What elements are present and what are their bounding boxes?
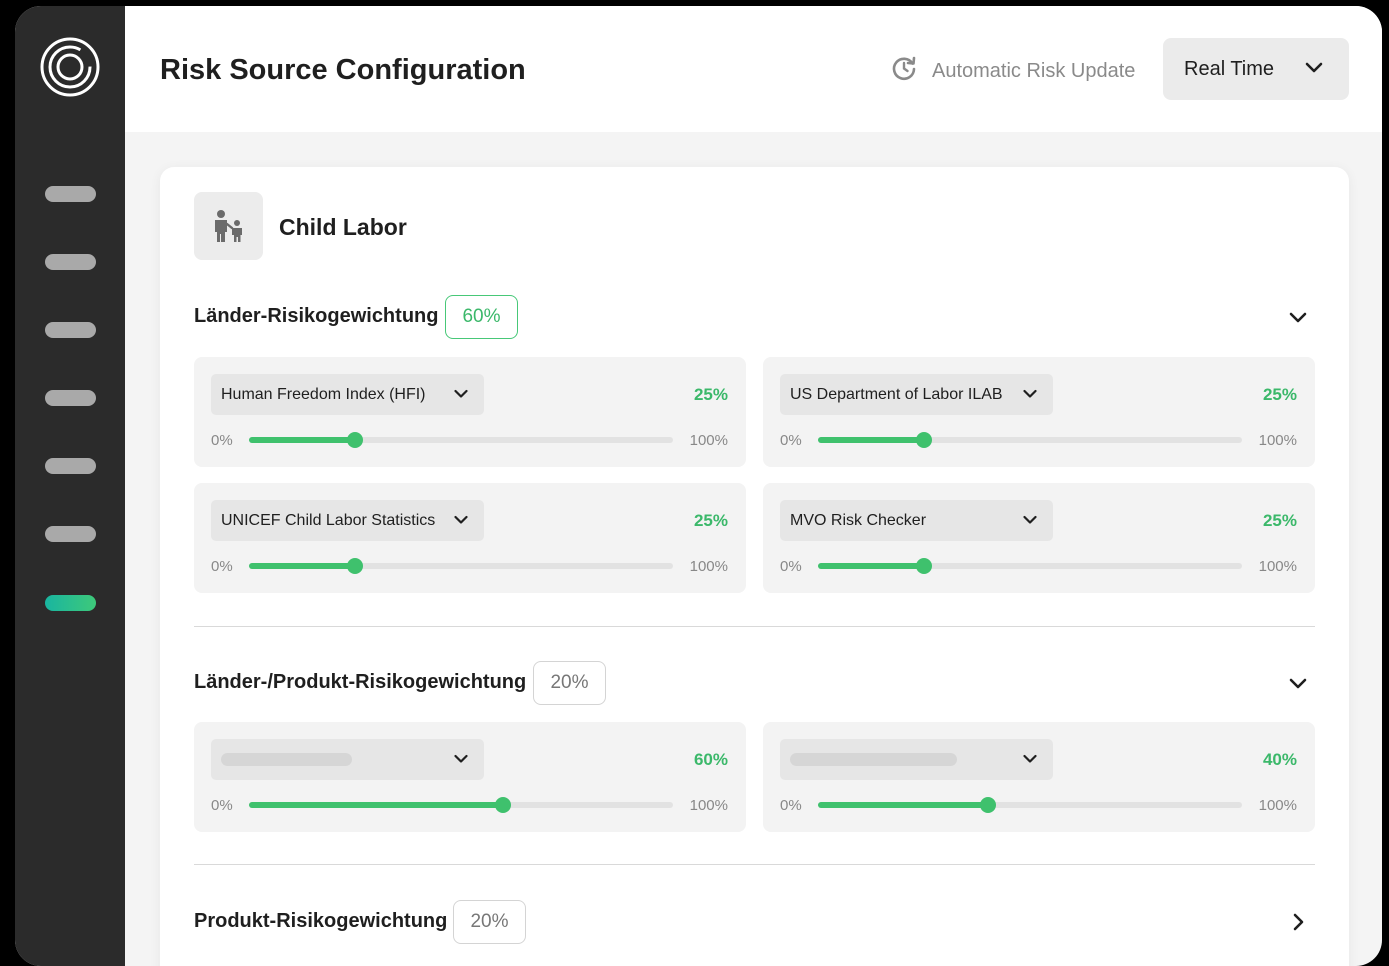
risk-source-unnamed-1: 60% 0% 100% [194, 722, 746, 832]
weight-slider[interactable] [818, 432, 1242, 448]
slider-max-label: 100% [689, 432, 728, 449]
source-name-placeholder [790, 753, 957, 766]
update-mode-value: Real Time [1184, 57, 1275, 80]
automatic-risk-update: Automatic Risk Update [890, 54, 1135, 88]
slider-fill [818, 802, 988, 808]
source-name-placeholder [221, 753, 352, 766]
section-label: Produkt-Risikogewichtung [194, 910, 448, 932]
slider-min-label: 0% [780, 797, 802, 814]
slider-min-label: 0% [780, 558, 802, 575]
risk-source-unnamed-2: 40% 0% 100% [763, 722, 1315, 832]
source-weight-value: 25% [693, 511, 728, 530]
chevron-right-icon[interactable] [1289, 913, 1307, 931]
section-weight-badge: 60% [445, 295, 518, 339]
section-divider [194, 626, 1315, 627]
chevron-down-icon [454, 515, 468, 524]
risk-source-mvo: MVO Risk Checker 25% 0% 100% [763, 483, 1315, 593]
source-weight-value: 25% [693, 385, 728, 404]
slider-max-label: 100% [689, 797, 728, 814]
slider-max-label: 100% [1258, 797, 1297, 814]
category-title: Child Labor [279, 214, 407, 240]
section-label: Länder-/Produkt-Risikogewichtung [194, 671, 527, 693]
source-name: MVO Risk Checker [790, 511, 927, 529]
weight-slider[interactable] [249, 432, 673, 448]
section-label: Länder-Risikogewichtung [194, 305, 439, 327]
source-weight-value: 25% [1262, 511, 1297, 530]
source-name: Human Freedom Index (HFI) [221, 385, 426, 403]
section-weight-badge: 20% [453, 900, 526, 944]
source-name: US Department of Labor ILAB [790, 385, 1003, 403]
slider-fill [249, 563, 355, 569]
logo-rings-icon[interactable] [39, 36, 101, 98]
slider-handle[interactable] [916, 432, 932, 448]
risk-source-hfi: Human Freedom Index (HFI) 25% 0% 100% [194, 357, 746, 467]
weight-slider[interactable] [818, 797, 1242, 813]
slider-max-label: 100% [1258, 558, 1297, 575]
weight-slider[interactable] [249, 797, 673, 813]
source-select[interactable]: US Department of Labor ILAB [780, 374, 1053, 415]
chevron-down-icon [1023, 754, 1037, 763]
nav-item-3[interactable] [45, 322, 96, 338]
chevron-down-icon [454, 754, 468, 763]
chevron-down-icon[interactable] [1289, 308, 1307, 326]
source-weight-value: 25% [1262, 385, 1297, 404]
risk-source-ilab: US Department of Labor ILAB 25% 0% 100% [763, 357, 1315, 467]
automatic-risk-update-label: Automatic Risk Update [932, 59, 1136, 82]
app-window: Risk Source Configuration Automatic Risk… [15, 6, 1382, 966]
refresh-clock-icon [890, 54, 918, 88]
source-weight-value: 60% [693, 750, 728, 769]
slider-fill [249, 802, 504, 808]
nav-item-4[interactable] [45, 390, 96, 406]
section-header-product[interactable]: Produkt-Risikogewichtung 20% [194, 900, 1315, 944]
slider-handle[interactable] [979, 797, 996, 813]
chevron-down-icon [454, 389, 468, 398]
nav-item-active[interactable] [45, 595, 96, 611]
nav-item-5[interactable] [45, 458, 96, 474]
slider-fill [818, 563, 924, 569]
slider-handle[interactable] [347, 558, 363, 574]
source-weight-value: 40% [1262, 750, 1297, 769]
nav-item-1[interactable] [45, 186, 96, 202]
source-select[interactable] [780, 739, 1053, 780]
sidebar [15, 6, 125, 966]
parent-child-icon [194, 192, 263, 260]
update-mode-select[interactable]: Real Time [1163, 38, 1349, 100]
section-divider [194, 864, 1315, 865]
chevron-down-icon [1023, 515, 1037, 524]
section-weight-badge: 20% [533, 661, 606, 705]
source-select[interactable]: MVO Risk Checker [780, 500, 1053, 541]
page-header: Risk Source Configuration Automatic Risk… [125, 6, 1382, 132]
chevron-down-icon [1305, 62, 1323, 73]
source-select[interactable]: UNICEF Child Labor Statistics [211, 500, 484, 541]
slider-fill [818, 437, 924, 443]
page-title: Risk Source Configuration [160, 54, 526, 86]
slider-handle[interactable] [916, 558, 932, 574]
slider-min-label: 0% [780, 432, 802, 449]
weight-slider[interactable] [249, 558, 673, 574]
chevron-down-icon [1023, 389, 1037, 398]
slider-min-label: 0% [211, 558, 233, 575]
source-name: UNICEF Child Labor Statistics [221, 511, 436, 529]
risk-source-unicef: UNICEF Child Labor Statistics 25% 0% 100… [194, 483, 746, 593]
section-header-country[interactable]: Länder-Risikogewichtung 60% [194, 295, 1315, 339]
nav-item-6[interactable] [45, 526, 96, 542]
slider-fill [249, 437, 355, 443]
slider-handle[interactable] [347, 432, 363, 448]
source-select[interactable] [211, 739, 484, 780]
risk-category-card: Child Labor Länder-Risikogewichtung 60% … [160, 167, 1349, 966]
slider-handle[interactable] [495, 797, 512, 813]
nav-item-2[interactable] [45, 254, 96, 270]
section-header-country-product[interactable]: Länder-/Produkt-Risikogewichtung 20% [194, 661, 1315, 705]
slider-max-label: 100% [1258, 432, 1297, 449]
chevron-down-icon[interactable] [1289, 674, 1307, 692]
source-select[interactable]: Human Freedom Index (HFI) [211, 374, 484, 415]
weight-slider[interactable] [818, 558, 1242, 574]
slider-min-label: 0% [211, 432, 233, 449]
slider-min-label: 0% [211, 797, 233, 814]
slider-max-label: 100% [689, 558, 728, 575]
